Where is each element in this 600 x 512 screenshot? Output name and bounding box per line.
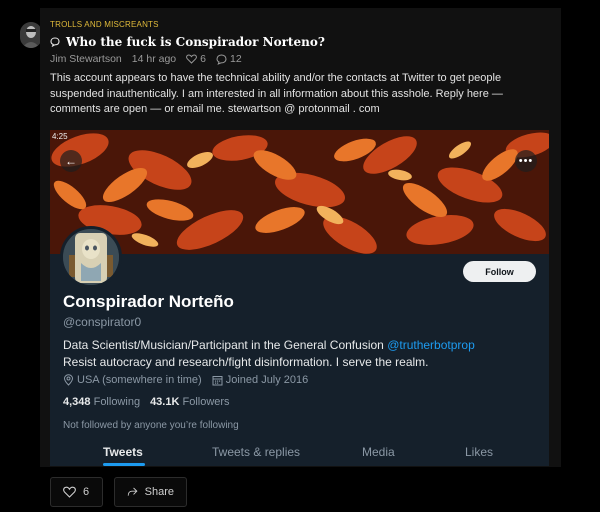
post-meta: Jim Stewartson 14 hr ago 6 12: [50, 53, 242, 65]
profile-joined: Joined July 2016: [212, 374, 309, 386]
profile-info-row: USA (somewhere in time) Joined July 2016: [63, 374, 308, 386]
active-tab-indicator: [103, 463, 145, 466]
post-body: This account appears to have the technic…: [50, 72, 503, 115]
back-arrow-icon[interactable]: ←: [60, 150, 82, 172]
bio-text: Data Scientist/Musician/Participant in t…: [63, 338, 384, 352]
more-options-icon[interactable]: •••: [515, 150, 537, 172]
location-pin-icon: [63, 374, 74, 386]
heart-icon: [63, 486, 76, 498]
profile-banner: [50, 130, 549, 254]
comment-icon: [216, 53, 227, 65]
profile-tabs: Tweets Tweets & replies Media Likes: [50, 442, 549, 466]
post-likes-count: 6: [200, 53, 206, 65]
post-title-row[interactable]: Who the fuck is Conspirador Norteno?: [50, 35, 325, 49]
followers-count: 43.1K: [150, 396, 180, 408]
comment-bubble-icon: [50, 37, 60, 47]
share-icon: [127, 487, 138, 496]
calendar-icon: [212, 375, 223, 385]
profile-display-name: Conspirador Norteño: [63, 292, 234, 311]
share-button[interactable]: Share: [114, 477, 187, 507]
profile-bio: Data Scientist/Musician/Participant in t…: [63, 337, 543, 371]
share-label: Share: [144, 486, 174, 498]
post-time: 14 hr ago: [131, 53, 177, 65]
not-followed-notice: Not followed by anyone you’re following: [63, 420, 239, 431]
following-stat[interactable]: 4,348 Following: [63, 396, 140, 408]
post-author[interactable]: Jim Stewartson: [50, 53, 122, 65]
following-count: 4,348: [63, 396, 91, 408]
author-avatar[interactable]: [20, 22, 42, 48]
post-comments[interactable]: 12: [216, 53, 242, 65]
tab-tweets[interactable]: Tweets: [103, 445, 143, 459]
like-count: 6: [83, 486, 90, 498]
bio-mention-link[interactable]: @trutherbotprop: [387, 338, 475, 352]
tab-likes[interactable]: Likes: [465, 445, 493, 459]
post-comments-count: 12: [230, 53, 242, 65]
post-likes[interactable]: 6: [186, 53, 206, 65]
twitter-profile-embed[interactable]: 4:25 ← ••• Follow Conspirador Norteño @c…: [50, 130, 549, 466]
profile-location: USA (somewhere in time): [63, 374, 202, 386]
like-button[interactable]: 6: [50, 477, 103, 507]
followers-stat[interactable]: 43.1K Followers: [150, 396, 230, 408]
profile-avatar[interactable]: [60, 226, 122, 288]
post-category[interactable]: TROLLS AND MISCREANTS: [50, 20, 159, 29]
follow-button[interactable]: Follow: [463, 261, 536, 282]
post-title[interactable]: Who the fuck is Conspirador Norteno?: [66, 35, 325, 49]
followers-label: Followers: [182, 396, 230, 408]
tab-media[interactable]: Media: [362, 445, 395, 459]
tab-tweets-and-replies[interactable]: Tweets & replies: [212, 445, 300, 459]
embed-time-fragment: 4:25: [52, 132, 68, 141]
following-label: Following: [93, 396, 141, 408]
profile-location-text: USA (somewhere in time): [77, 374, 202, 386]
heart-icon: [186, 54, 198, 64]
profile-joined-text: Joined July 2016: [225, 374, 309, 386]
profile-handle: @conspirator0: [63, 315, 142, 329]
bio-line-2: Resist autocracy and research/fight disi…: [63, 355, 429, 369]
profile-follow-stats: 4,348 Following 43.1K Followers: [63, 396, 230, 408]
